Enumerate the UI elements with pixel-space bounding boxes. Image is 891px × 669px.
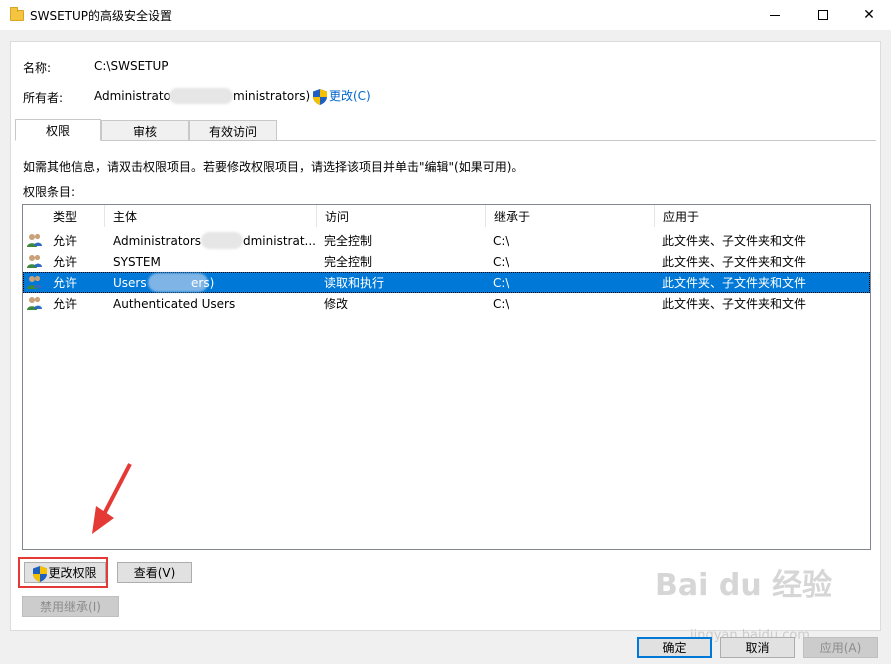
change-owner-link[interactable]: 更改(C) [313, 87, 371, 105]
main-panel: 名称: C:\SWSETUP 所有者: Administrato ministr… [10, 41, 881, 631]
close-button[interactable]: ✕ [846, 0, 891, 30]
change-link-text: 更改(C) [329, 89, 371, 103]
permission-entries-label: 权限条目: [23, 185, 76, 199]
table-row[interactable]: 允许 Authenticated Users 修改 C:\ 此文件夹、子文件夹和… [23, 293, 870, 314]
owner-value-left: Administrato [94, 89, 171, 103]
list-header: 类型 主体 访问 继承于 应用于 [23, 205, 870, 227]
table-row[interactable]: 允许 Administrators dministrat... 完全控制 C:\… [23, 230, 870, 251]
cell-access: 修改 [324, 297, 349, 311]
ok-button[interactable]: 确定 [637, 637, 712, 658]
users-icon [27, 233, 42, 247]
cell-principal: Users [113, 275, 147, 290]
cell-inherited: C:\ [493, 233, 510, 248]
cell-applies: 此文件夹、子文件夹和文件 [662, 276, 807, 290]
table-row[interactable]: 允许 SYSTEM 完全控制 C:\ 此文件夹、子文件夹和文件 [23, 251, 870, 272]
cell-principal: Administrators [113, 233, 202, 248]
cell-type: 允许 [53, 297, 78, 311]
info-text: 如需其他信息，请双击权限项目。若要修改权限项目，请选择该项目并单击"编辑"(如果… [23, 160, 524, 174]
name-value: C:\SWSETUP [94, 59, 169, 73]
column-type[interactable]: 类型 [45, 205, 105, 227]
cell-type: 允许 [53, 255, 78, 269]
minimize-icon [770, 14, 780, 16]
baidu-watermark: Bai du 经验 [655, 568, 833, 603]
arrow-icon [92, 463, 132, 534]
column-principal[interactable]: 主体 [105, 205, 317, 227]
close-icon: ✕ [863, 7, 875, 23]
folder-icon [10, 6, 24, 21]
window-title: SWSETUP的高级安全设置 [30, 8, 173, 23]
cell-type: 允许 [53, 234, 78, 248]
cell-applies: 此文件夹、子文件夹和文件 [662, 234, 807, 248]
name-label: 名称: [23, 61, 52, 75]
cell-inherited: C:\ [493, 275, 510, 290]
cell-principal-tail: dministrat... [243, 233, 316, 248]
cell-principal: SYSTEM [113, 254, 161, 269]
cancel-button[interactable]: 取消 [720, 637, 795, 658]
cell-inherited: C:\ [493, 254, 510, 269]
tab-effective-access[interactable]: 有效访问 [189, 120, 277, 141]
owner-value-right: ministrators) [233, 89, 311, 103]
cell-applies: 此文件夹、子文件夹和文件 [662, 255, 807, 269]
title-bar: SWSETUP的高级安全设置 ✕ [0, 0, 891, 30]
maximize-icon [818, 10, 828, 20]
highlight-frame [18, 557, 108, 588]
users-icon [27, 254, 42, 268]
tab-bar: 权限 审核 有效访问 [15, 119, 277, 141]
users-icon [27, 296, 42, 310]
bottom-strip [0, 664, 891, 669]
redaction-blur [201, 232, 243, 249]
cell-principal-tail: ers) [191, 275, 215, 290]
cell-applies: 此文件夹、子文件夹和文件 [662, 297, 807, 311]
redaction-blur [169, 88, 233, 104]
permission-list[interactable]: 类型 主体 访问 继承于 应用于 允许 Administrators dmini… [22, 204, 871, 550]
uac-shield-icon [313, 88, 327, 105]
minimize-button[interactable] [752, 0, 798, 30]
cell-access: 完全控制 [324, 234, 373, 248]
view-button[interactable]: 查看(V) [117, 562, 192, 583]
cell-type: 允许 [53, 276, 78, 290]
maximize-button[interactable] [800, 0, 846, 30]
tab-permissions[interactable]: 权限 [15, 119, 101, 141]
tab-divider [15, 140, 876, 141]
cell-principal: Authenticated Users [113, 296, 236, 311]
disable-inheritance-button[interactable]: 禁用继承(I) [22, 596, 119, 617]
tab-auditing[interactable]: 审核 [101, 120, 189, 141]
column-inherited[interactable]: 继承于 [486, 205, 655, 227]
column-access[interactable]: 访问 [317, 205, 486, 227]
cell-access: 读取和执行 [324, 276, 385, 290]
table-row-selected[interactable]: 允许 Users ers) 读取和执行 C:\ 此文件夹、子文件夹和文件 [23, 272, 870, 293]
owner-label: 所有者: [23, 91, 64, 105]
cell-access: 完全控制 [324, 255, 373, 269]
users-icon [27, 275, 42, 289]
cell-inherited: C:\ [493, 296, 510, 311]
apply-button[interactable]: 应用(A) [803, 637, 878, 658]
column-applies[interactable]: 应用于 [655, 205, 870, 227]
